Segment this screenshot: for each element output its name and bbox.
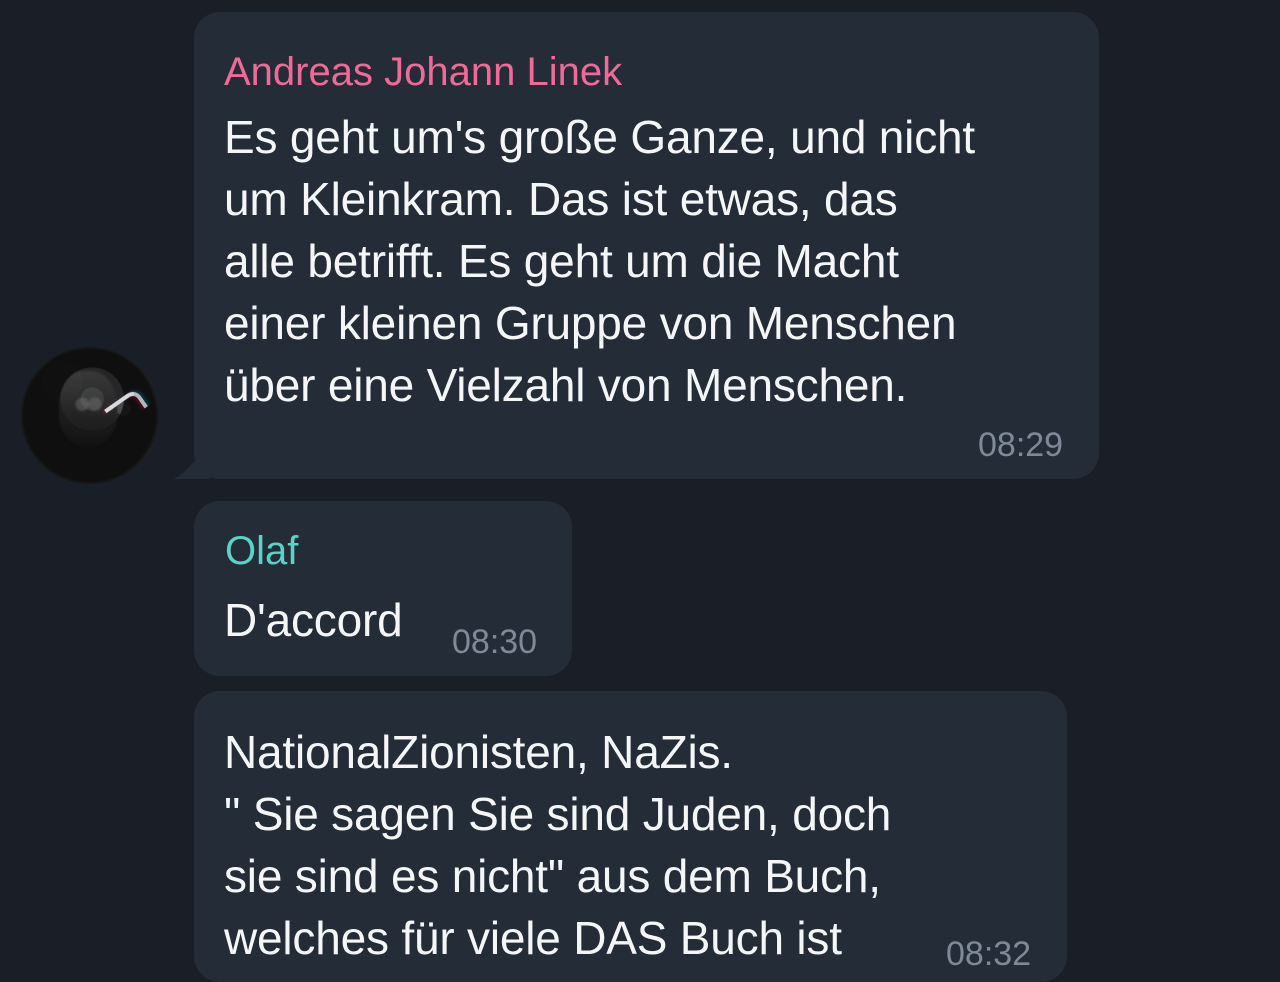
message-text-line: einer kleinen Gruppe von Menschen [224, 297, 957, 349]
message-text-line: alle betrifft. Es geht um die Macht [224, 235, 899, 287]
message-timestamp: 08:29 [978, 426, 1064, 464]
message-text-line: welches für viele DAS Buch ist [224, 912, 842, 964]
message-sender-name[interactable]: Olaf [225, 531, 298, 571]
user-avatar-image[interactable] [21, 347, 158, 484]
message-text-line: Es geht um's große Ganze, und nicht [224, 111, 975, 163]
message-bubble-1[interactable]: Andreas Johann Linek Es geht um's große … [174, 12, 1099, 479]
message-bubble-2[interactable]: Olaf D'accord 08:30 [194, 501, 572, 676]
chat-message-list: Andreas Johann Linek Es geht um's große … [0, 0, 1280, 982]
message-bubble-3[interactable]: NationalZionisten, NaZis. " Sie sagen Si… [194, 691, 1067, 982]
message-sender-name[interactable]: Andreas Johann Linek [224, 52, 622, 92]
message-text-line: um Kleinkram. Das ist etwas, das [224, 173, 898, 225]
message-text-line: über eine Vielzahl von Menschen. [224, 359, 908, 411]
message-timestamp: 08:32 [946, 935, 1032, 973]
message-text-line: " Sie sagen Sie sind Juden, doch [224, 788, 892, 840]
message-tail-icon [174, 445, 210, 479]
message-timestamp: 08:30 [452, 623, 538, 661]
message-text-line: sie sind es nicht" aus dem Buch, [224, 850, 881, 902]
message-text-line: NationalZionisten, NaZis. [224, 726, 733, 778]
message-text-line: D'accord [224, 594, 403, 646]
